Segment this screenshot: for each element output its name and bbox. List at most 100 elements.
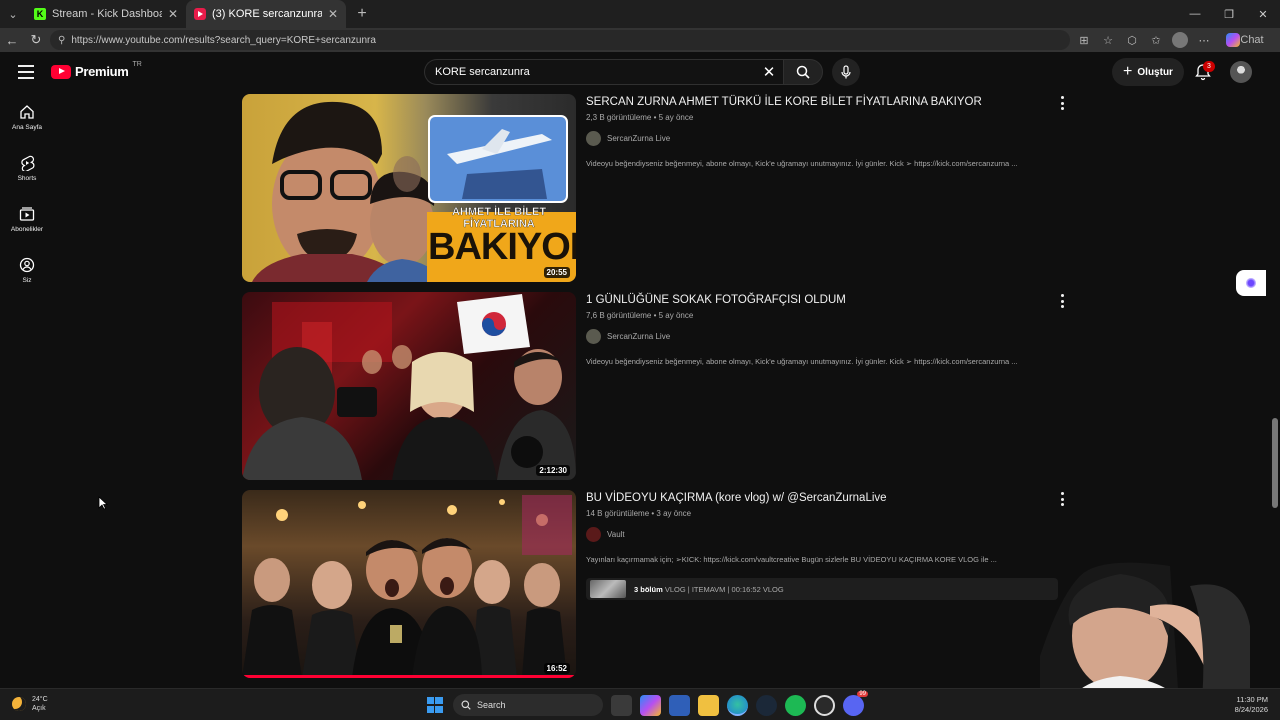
thumbnail-art: [242, 495, 572, 678]
weather-widget[interactable]: 24°C Açık: [12, 695, 48, 713]
page-scrollbar[interactable]: [1270, 52, 1280, 684]
sidebar-item-subscriptions[interactable]: Abonelikler: [0, 194, 54, 245]
scrollbar-thumb[interactable]: [1272, 418, 1278, 508]
start-button[interactable]: [424, 695, 445, 716]
back-icon[interactable]: ←: [0, 28, 24, 52]
create-button[interactable]: + Oluştur: [1112, 58, 1184, 86]
obs-icon[interactable]: [814, 694, 835, 716]
taskbar-apps: Search 99: [424, 690, 868, 716]
video-info: BU VİDEOYU KAÇIRMA (kore vlog) w/ @Serca…: [586, 492, 1056, 564]
clear-search-icon[interactable]: ✕: [760, 63, 778, 81]
tab-title: (3) KORE sercanzunra - YouTube: [212, 8, 322, 20]
chapters-strip[interactable]: 3 bölüm VLOG | ITEMAVM | 00:16:52 VLOG: [586, 578, 1058, 600]
video-title[interactable]: SERCAN ZURNA AHMET TÜRKÜ İLE KORE BİLET …: [586, 96, 1056, 108]
more-actions-icon[interactable]: [1058, 492, 1066, 506]
task-view-icon[interactable]: [611, 694, 632, 716]
channel-link[interactable]: Vault: [586, 527, 1056, 542]
chapter-thumbnail: [590, 580, 626, 598]
view-count: 2,3 B görüntüleme: [586, 113, 652, 122]
video-duration: 2:12:30: [536, 465, 570, 476]
tab-list-chevron-icon[interactable]: ⌄: [0, 0, 26, 28]
channel-avatar[interactable]: [586, 131, 601, 146]
video-thumbnail[interactable]: 16:52: [242, 490, 576, 678]
window-close-icon[interactable]: ✕: [1246, 0, 1280, 28]
watch-progress-bar: [242, 675, 576, 678]
youtube-premium-logo[interactable]: Premium TR: [51, 61, 142, 79]
system-clock[interactable]: 11:30 PM 8/24/2026: [1228, 695, 1268, 715]
video-result[interactable]: 2:12:30 1 GÜNLÜĞÜNE SOKAK FOTOĞRAFÇISI O…: [242, 292, 1072, 480]
search-button[interactable]: [783, 59, 823, 85]
reload-icon[interactable]: ↻: [24, 28, 48, 52]
sidebar-item-home[interactable]: Ana Sayfa: [0, 92, 54, 143]
app-install-icon[interactable]: ⊞: [1076, 32, 1092, 48]
video-thumbnail[interactable]: AHMET İLE BİLET FİYATLARINA BAKIYOR 20:5…: [242, 94, 576, 282]
extensions-icon[interactable]: ⬡: [1124, 32, 1140, 48]
channel-link[interactable]: SercanZurna Live: [586, 329, 1056, 344]
video-meta: 2,3 B görüntüleme • 5 ay önce: [586, 113, 694, 122]
account-avatar[interactable]: [1230, 61, 1252, 83]
video-info: SERCAN ZURNA AHMET TÜRKÜ İLE KORE BİLET …: [586, 96, 1056, 168]
video-title[interactable]: BU VİDEOYU KAÇIRMA (kore vlog) w/ @Serca…: [586, 492, 1056, 504]
minimize-icon[interactable]: —: [1178, 0, 1212, 28]
channel-avatar[interactable]: [586, 527, 601, 542]
url-bar[interactable]: ⚲ https://www.youtube.com/results?search…: [50, 30, 1070, 50]
upload-age: 5 ay önce: [658, 311, 694, 320]
thumbnail-art: [242, 294, 576, 480]
new-tab-button[interactable]: +: [350, 2, 374, 26]
plus-icon: +: [1123, 63, 1133, 80]
more-options-icon[interactable]: ⋯: [1196, 32, 1212, 48]
sidebar-item-shorts[interactable]: Shorts: [0, 143, 54, 194]
channel-avatar[interactable]: [586, 329, 601, 344]
mini-guide-sidebar: Ana Sayfa Shorts Abonelikler Siz: [0, 92, 54, 296]
favorites-icon[interactable]: ✩: [1148, 32, 1164, 48]
close-tab-icon[interactable]: ✕: [328, 7, 338, 21]
video-title[interactable]: 1 GÜNLÜĞÜNE SOKAK FOTOĞRAFÇISI OLDUM: [586, 294, 1056, 306]
voice-search-button[interactable]: [832, 58, 860, 86]
you-icon: [19, 257, 35, 273]
menu-icon[interactable]: [18, 65, 34, 79]
sidebar-item-you[interactable]: Siz: [0, 245, 54, 296]
video-result[interactable]: 16:52 BU VİDEOYU KAÇIRMA (kore vlog) w/ …: [242, 490, 1072, 678]
site-info-icon[interactable]: ⚲: [58, 35, 65, 46]
copilot-chat-button[interactable]: Chat: [1226, 32, 1264, 48]
file-explorer-icon[interactable]: [698, 694, 719, 716]
windows-icon: [426, 697, 443, 713]
video-thumbnail[interactable]: 2:12:30: [242, 292, 576, 480]
restore-icon[interactable]: ❐: [1212, 0, 1246, 28]
search-icon: [796, 65, 810, 79]
sidebar-item-label: Abonelikler: [10, 226, 44, 233]
tab-kick-dashboard[interactable]: K Stream - Kick Dashboard ✕: [26, 0, 186, 28]
more-actions-icon[interactable]: [1058, 96, 1066, 110]
video-description: Yayınları kaçırmamak için; ➢KICK: https:…: [586, 555, 997, 564]
upload-age: 5 ay önce: [658, 113, 694, 122]
edge-browser-icon[interactable]: [727, 694, 748, 716]
profile-avatar[interactable]: [1172, 32, 1188, 48]
mouse-cursor-icon: [98, 496, 108, 510]
more-actions-icon[interactable]: [1058, 294, 1066, 308]
copilot-app-icon[interactable]: [640, 694, 661, 716]
taskbar-search-placeholder: Search: [477, 700, 506, 710]
steam-icon[interactable]: [756, 694, 777, 716]
chapter-count: 3 bölüm: [634, 584, 663, 594]
spotify-icon[interactable]: [785, 694, 806, 716]
channel-name[interactable]: SercanZurna Live: [607, 332, 670, 341]
channel-name[interactable]: SercanZurna Live: [607, 134, 670, 143]
video-result[interactable]: AHMET İLE BİLET FİYATLARINA BAKIYOR 20:5…: [242, 94, 1072, 282]
tab-title: Stream - Kick Dashboard: [52, 8, 162, 20]
discord-icon[interactable]: 99: [843, 690, 868, 716]
search-input[interactable]: KORE sercanzunra: [424, 59, 786, 85]
favorite-star-icon[interactable]: ☆: [1100, 32, 1116, 48]
browser-toolbar-icons: ⊞ ☆ ⬡ ✩ ⋯ Chat: [1076, 32, 1264, 48]
create-label: Oluştur: [1137, 66, 1173, 78]
video-meta: 14 B görüntüleme • 3 ay önce: [586, 509, 692, 518]
taskbar-search[interactable]: Search: [453, 694, 603, 716]
tab-youtube[interactable]: (3) KORE sercanzunra - YouTube ✕: [186, 0, 346, 28]
close-tab-icon[interactable]: ✕: [168, 7, 178, 21]
channel-link[interactable]: SercanZurna Live: [586, 131, 1056, 146]
store-icon[interactable]: [669, 694, 690, 716]
weather-text: 24°C Açık: [32, 695, 48, 713]
sidebar-extension-button[interactable]: [1236, 270, 1266, 296]
channel-name[interactable]: Vault: [607, 530, 625, 539]
shorts-icon: [21, 155, 35, 171]
windows-taskbar: 24°C Açık Search 99 11:30 PM 8/24/2026: [0, 688, 1280, 720]
